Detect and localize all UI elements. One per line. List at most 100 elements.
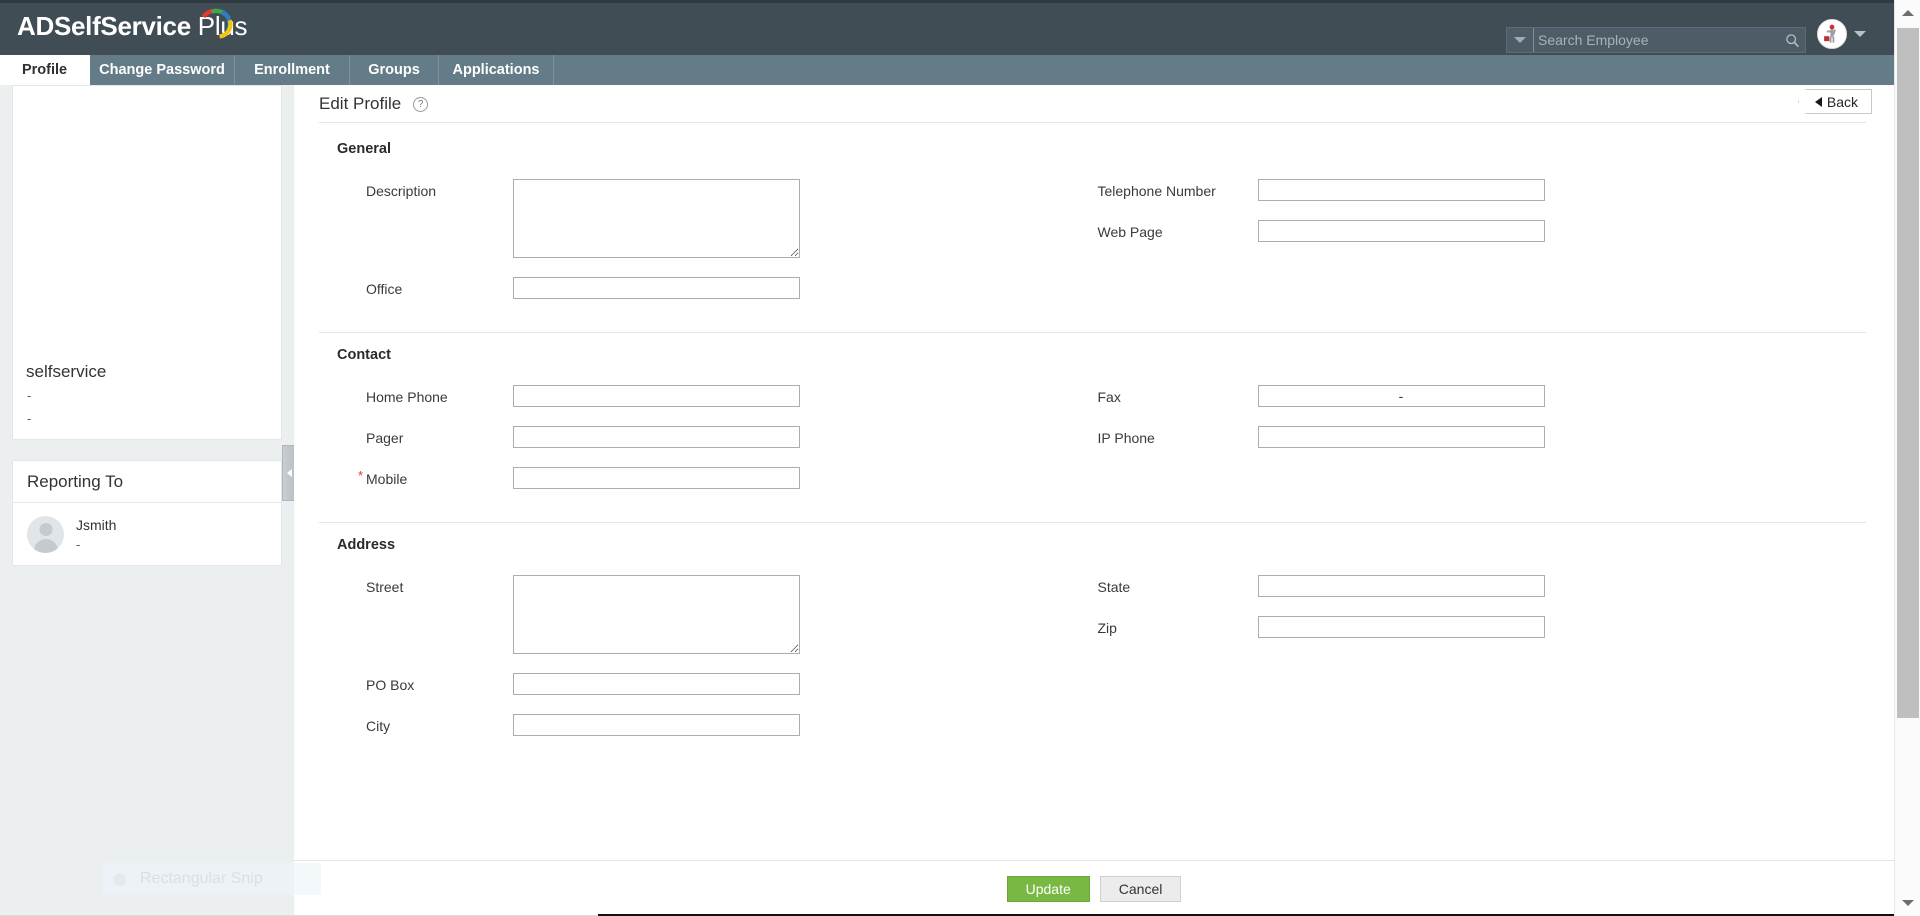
field-office: Office bbox=[319, 277, 1093, 299]
back-button[interactable]: Back bbox=[1797, 89, 1872, 114]
employee-search[interactable] bbox=[1506, 27, 1806, 53]
field-label: Web Page bbox=[1097, 224, 1163, 240]
search-icon[interactable] bbox=[1779, 28, 1805, 52]
field-home-phone: Home Phone bbox=[319, 385, 1093, 407]
state-input[interactable] bbox=[1257, 575, 1545, 597]
main-content: Edit Profile ? Back General Description bbox=[294, 85, 1894, 916]
user-avatar-icon[interactable] bbox=[1817, 19, 1847, 49]
mobile-input[interactable] bbox=[513, 467, 800, 489]
tab-label: Profile bbox=[21, 62, 68, 78]
reporting-person-name: Jsmith bbox=[76, 516, 117, 533]
question-mark-icon[interactable]: ? bbox=[413, 96, 429, 112]
left-sidebar: selfservice - - Reporting To Jsmith - bbox=[12, 85, 282, 566]
chevron-left-icon bbox=[286, 469, 292, 477]
field-label: City bbox=[366, 718, 391, 734]
field-web-page: Web Page bbox=[1093, 220, 1867, 242]
page-title: Edit Profile bbox=[319, 94, 402, 113]
field-street: Street bbox=[319, 575, 1093, 654]
user-menu[interactable] bbox=[1817, 19, 1866, 49]
tab-label: Enrollment bbox=[254, 62, 330, 78]
field-ip-phone: IP Phone bbox=[1093, 426, 1867, 448]
tab-applications[interactable]: Applications bbox=[439, 55, 554, 85]
section-title: Contact bbox=[337, 347, 391, 363]
field-label: Office bbox=[366, 281, 403, 297]
main-tabbar: Profile Change Password Enrollment Group… bbox=[0, 55, 1894, 85]
section-general: General Description Office Telephone Num… bbox=[319, 141, 1866, 333]
reporting-to-person[interactable]: Jsmith - bbox=[13, 503, 281, 565]
tab-profile[interactable]: Profile bbox=[0, 55, 90, 85]
reporting-to-title: Reporting To bbox=[13, 461, 281, 503]
city-input[interactable] bbox=[513, 714, 800, 736]
reporting-to-card: Reporting To Jsmith - bbox=[12, 460, 282, 566]
section-divider bbox=[319, 522, 1866, 523]
field-label: PO Box bbox=[366, 677, 415, 693]
field-label: Street bbox=[366, 579, 404, 595]
app-header: ADSelfService Plus bbox=[0, 3, 1894, 55]
scroll-up-arrow-icon[interactable] bbox=[1895, 0, 1920, 26]
form-footer: Update Cancel bbox=[294, 860, 1894, 916]
reporting-person-sub: - bbox=[76, 536, 81, 552]
field-city: City bbox=[319, 714, 1093, 736]
zip-input[interactable] bbox=[1257, 616, 1545, 638]
fax-input[interactable] bbox=[1257, 385, 1545, 407]
swoosh-logo-icon bbox=[201, 8, 233, 39]
profile-user-name: selfservice bbox=[26, 362, 107, 381]
field-label: * Mobile bbox=[358, 467, 513, 487]
search-input[interactable] bbox=[1533, 28, 1779, 52]
tab-groups[interactable]: Groups bbox=[350, 55, 439, 85]
telephone-number-input[interactable] bbox=[1257, 179, 1545, 201]
home-phone-input[interactable] bbox=[513, 385, 800, 407]
field-telephone-number: Telephone Number bbox=[1093, 179, 1867, 201]
tab-label: Groups bbox=[368, 62, 420, 78]
cancel-button[interactable]: Cancel bbox=[1099, 875, 1182, 902]
brand-name: ADSelfService bbox=[17, 11, 191, 41]
profile-line-2: - bbox=[27, 411, 32, 426]
field-description: Description bbox=[319, 179, 1093, 258]
section-address: Address Street PO Box City State Zip bbox=[319, 537, 1866, 755]
scrollbar-thumb[interactable] bbox=[1897, 28, 1919, 718]
field-fax: Fax bbox=[1093, 385, 1867, 407]
content-header: Edit Profile ? Back bbox=[294, 85, 1894, 123]
section-title: General bbox=[337, 141, 391, 157]
edit-profile-form: General Description Office Telephone Num… bbox=[294, 123, 1894, 755]
field-label: IP Phone bbox=[1097, 430, 1155, 446]
required-asterisk-icon: * bbox=[358, 468, 364, 483]
triangle-down bbox=[1902, 900, 1914, 906]
section-contact: Contact Home Phone Pager * Mobile Fax - … bbox=[319, 347, 1866, 523]
profile-line-1: - bbox=[27, 388, 32, 403]
field-pager: Pager bbox=[319, 426, 1093, 448]
field-mobile: * Mobile bbox=[319, 467, 1093, 489]
field-label: State bbox=[1097, 579, 1131, 595]
office-input[interactable] bbox=[513, 277, 800, 299]
page-body: selfservice - - Reporting To Jsmith - Ed… bbox=[0, 85, 1894, 916]
web-page-input[interactable] bbox=[1257, 220, 1545, 242]
field-label: Fax bbox=[1097, 389, 1121, 405]
back-button-label: Back bbox=[1826, 93, 1858, 110]
field-label: Description bbox=[366, 183, 437, 199]
tab-enrollment[interactable]: Enrollment bbox=[235, 55, 350, 85]
field-label: Home Phone bbox=[366, 389, 448, 405]
chevron-down-icon[interactable] bbox=[1854, 31, 1866, 37]
triangle-up bbox=[1902, 10, 1914, 16]
pager-input[interactable] bbox=[513, 426, 800, 448]
tab-change-password[interactable]: Change Password bbox=[90, 55, 235, 85]
user-placeholder-icon bbox=[27, 515, 64, 553]
field-zip: Zip bbox=[1093, 616, 1867, 638]
profile-card: selfservice - - bbox=[12, 85, 282, 440]
scroll-down-arrow-icon[interactable] bbox=[1895, 890, 1920, 916]
field-po-box: PO Box bbox=[319, 673, 1093, 695]
description-textarea[interactable] bbox=[513, 179, 800, 258]
field-label: Pager bbox=[366, 430, 404, 446]
street-textarea[interactable] bbox=[513, 575, 800, 654]
po-box-input[interactable] bbox=[513, 673, 800, 695]
field-state: State bbox=[1093, 575, 1867, 597]
field-label-text: Mobile bbox=[366, 471, 408, 487]
search-scope-dropdown[interactable] bbox=[1507, 28, 1533, 52]
header-divider bbox=[319, 122, 1866, 123]
section-divider bbox=[319, 332, 1866, 333]
update-button[interactable]: Update bbox=[1006, 875, 1090, 902]
window-scrollbar[interactable] bbox=[1894, 0, 1920, 916]
field-label: Zip bbox=[1097, 620, 1117, 636]
field-label: Telephone Number bbox=[1097, 183, 1216, 199]
ip-phone-input[interactable] bbox=[1257, 426, 1545, 448]
